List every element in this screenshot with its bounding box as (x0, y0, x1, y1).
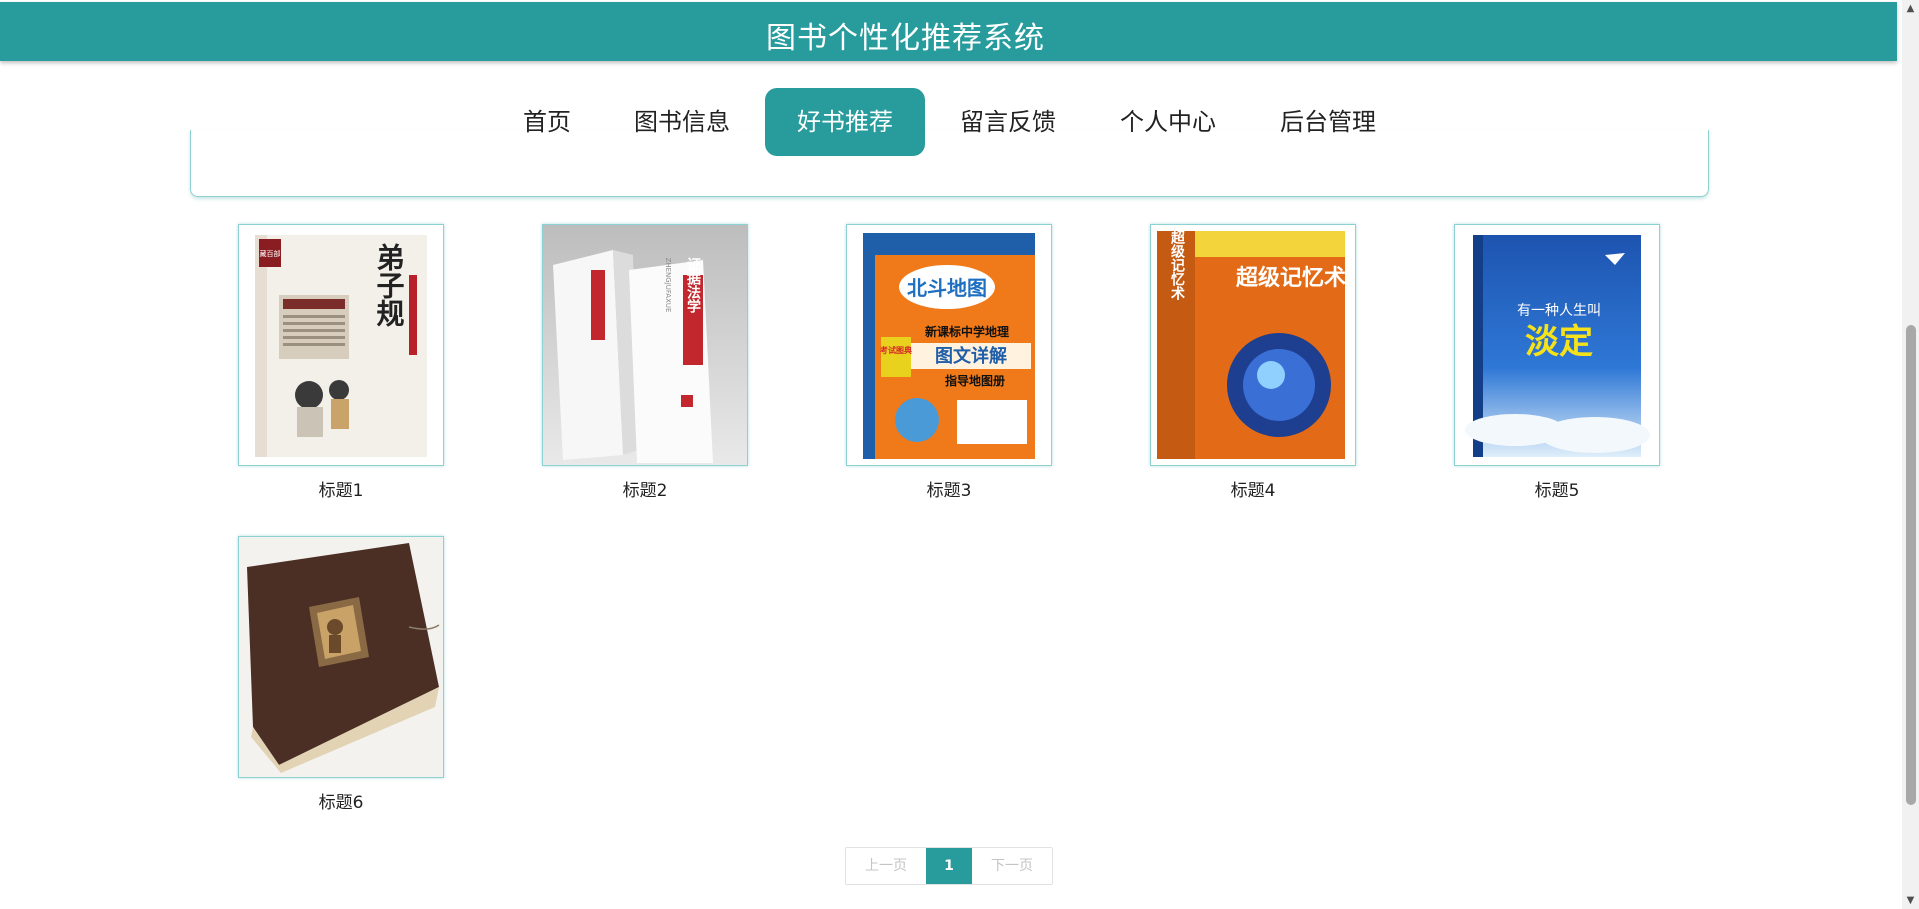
book-3-badge: 考试图典 (880, 345, 912, 355)
book-3-line1: 新课标中学地理 (925, 324, 1009, 339)
book-3-brand: 北斗地图 (907, 276, 987, 300)
book-cover-4[interactable]: 超级记忆术 超级记忆术 (1150, 224, 1356, 466)
book-card-3[interactable]: 北斗地图 新课标中学地理 图文详解 指导地图册 考试图典 标题3 (846, 224, 1052, 501)
app-header: 图书个性化推荐系统 (0, 2, 1897, 61)
book-2-cover-text: 证据法学 (685, 257, 701, 314)
book-cover-2[interactable]: 证据法学 ZHENGJUFAXUE (542, 224, 748, 466)
book-5-cover-text: 淡定 (1525, 322, 1593, 362)
book-3-line2: 图文详解 (935, 345, 1007, 367)
book-card-6[interactable]: 标题6 (238, 536, 444, 813)
book-2-cover-sub: ZHENGJUFAXUE (664, 258, 672, 313)
page-number-current[interactable]: 1 (926, 848, 972, 884)
book-card-1[interactable]: 藏百部 弟子规 标题1 (238, 224, 444, 501)
pagination: 上一页 1 下一页 (845, 847, 1053, 885)
book-4-spine: 超级记忆术 (1169, 229, 1186, 301)
book-title-4[interactable]: 标题4 (1150, 476, 1356, 501)
book-title-1[interactable]: 标题1 (238, 476, 444, 501)
nav-panel (190, 130, 1709, 197)
next-page-button[interactable]: 下一页 (972, 848, 1052, 884)
book-5-line1: 有一种人生叫 (1517, 303, 1601, 319)
app-title: 图书个性化推荐系统 (766, 21, 1045, 56)
book-card-4[interactable]: 超级记忆术 超级记忆术 标题4 (1150, 224, 1356, 501)
book-card-5[interactable]: 有一种人生叫 淡定 标题5 (1454, 224, 1660, 501)
page: 图书个性化推荐系统 首页 图书信息 好书推荐 留言反馈 个人中心 后台管理 藏百… (0, 0, 1919, 909)
scroll-down-arrow-icon[interactable]: ▼ (1902, 892, 1919, 909)
scrollbar-thumb[interactable] (1906, 325, 1916, 805)
book-1-cover-text: 弟子规 (373, 243, 406, 327)
book-cover-6[interactable] (238, 536, 444, 778)
book-card-2[interactable]: 证据法学 ZHENGJUFAXUE 标题2 (542, 224, 748, 501)
book-cover-3[interactable]: 北斗地图 新课标中学地理 图文详解 指导地图册 考试图典 (846, 224, 1052, 466)
book-title-3[interactable]: 标题3 (846, 476, 1052, 501)
book-cover-1[interactable]: 藏百部 弟子规 (238, 224, 444, 466)
book-title-5[interactable]: 标题5 (1454, 476, 1660, 501)
book-title-6[interactable]: 标题6 (238, 788, 444, 813)
vertical-scrollbar[interactable]: ▲ ▼ (1902, 0, 1919, 909)
book-3-line3: 指导地图册 (945, 373, 1005, 388)
book-cover-5[interactable]: 有一种人生叫 淡定 (1454, 224, 1660, 466)
book-1-corner-text: 藏百部 (260, 249, 281, 258)
book-4-cover-text: 超级记忆术 (1236, 265, 1346, 291)
book-title-2[interactable]: 标题2 (542, 476, 748, 501)
prev-page-button[interactable]: 上一页 (846, 848, 926, 884)
scroll-up-arrow-icon[interactable]: ▲ (1902, 0, 1919, 17)
